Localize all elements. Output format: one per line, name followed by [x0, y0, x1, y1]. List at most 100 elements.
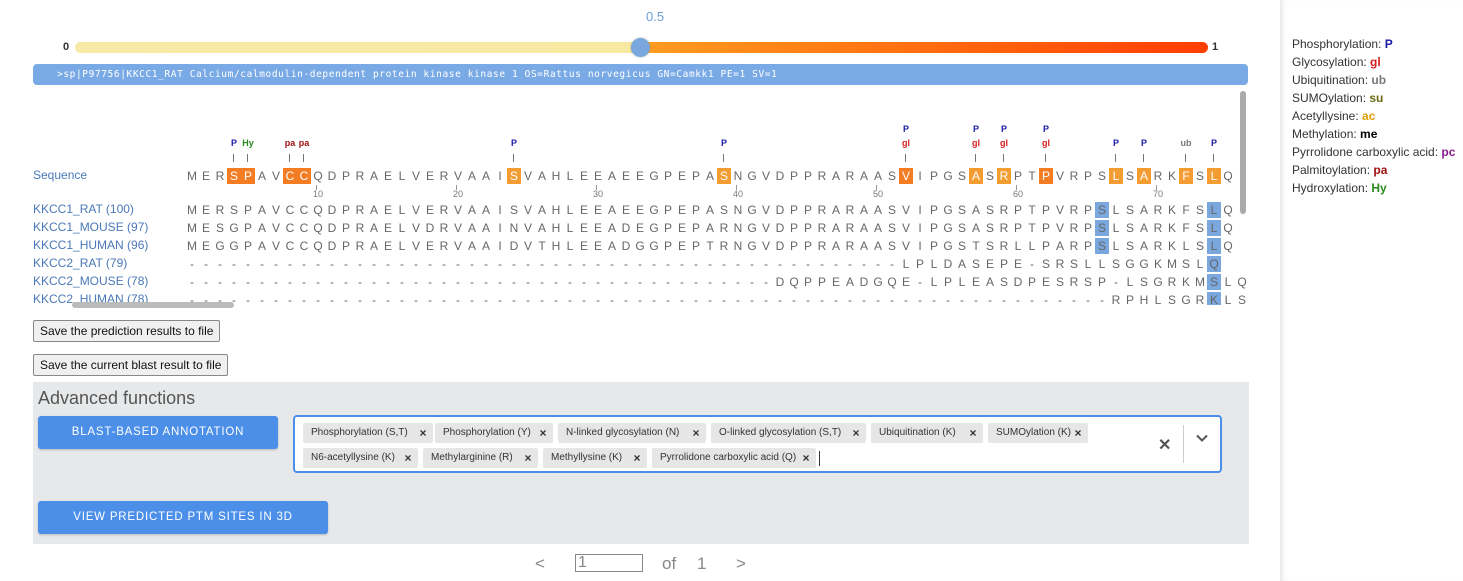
residue: D — [1013, 275, 1023, 289]
residue: - — [400, 293, 404, 305]
ptm-label: P — [720, 138, 727, 148]
page-number-input[interactable]: 1 — [575, 554, 643, 572]
residue: G — [649, 169, 659, 183]
residue: - — [946, 293, 950, 305]
residue: R — [215, 203, 225, 217]
ptm-legend: Phosphorylation: P Glycosylation: gl Ubiqu… — [1292, 35, 1455, 197]
threshold-slider-handle[interactable] — [631, 38, 650, 57]
residue: P — [1083, 221, 1092, 235]
legend-label: Palmitoylation: — [1292, 163, 1374, 177]
remove-chip-icon[interactable]: × — [518, 448, 538, 468]
residue: - — [400, 257, 404, 271]
ptm-label: P — [1112, 138, 1119, 148]
residue: A — [607, 169, 616, 183]
remove-chip-icon[interactable]: × — [627, 448, 647, 468]
ptm-label: P — [230, 138, 237, 148]
residue: S — [1095, 220, 1109, 236]
horizontal-scrollbar[interactable] — [72, 302, 234, 308]
residue: - — [358, 257, 362, 271]
residue: - — [778, 257, 782, 271]
residue: G — [747, 203, 757, 217]
homolog-row-label[interactable]: KKCC1_RAT (100) — [33, 202, 134, 216]
residue: S — [719, 203, 728, 217]
slider-value: 0.5 — [646, 9, 665, 24]
residue: - — [218, 275, 222, 289]
residue: P — [1083, 169, 1092, 183]
residue: R — [845, 203, 855, 217]
residue: - — [288, 275, 292, 289]
residue: P — [691, 221, 700, 235]
ptm-type-multiselect[interactable]: ✕ Phosphorylation (S,T) × Phosphorylation … — [293, 415, 1222, 473]
sequence-row-label[interactable]: Sequence — [33, 168, 87, 182]
residue: V — [761, 221, 770, 235]
chip-label: Phosphorylation (Y) — [443, 427, 531, 438]
residue: - — [330, 257, 334, 271]
save-prediction-button[interactable]: Save the prediction results to file — [33, 320, 221, 342]
residue: - — [568, 293, 572, 305]
remove-chip-icon[interactable]: × — [846, 423, 866, 443]
residue: V — [523, 169, 532, 183]
residue: M — [187, 169, 197, 183]
residue: Q — [1207, 256, 1221, 272]
remove-chip-icon[interactable]: × — [963, 423, 983, 443]
residue: L — [1112, 239, 1120, 253]
residue: P — [789, 221, 798, 235]
chip-label: N6-acetyllysine (K) — [311, 452, 395, 463]
alignment-viewer[interactable]: Sequence M E R S P A V C C Q D P R A E L V E R V A A I S V A H L E E A E… — [33, 90, 1248, 305]
residue: - — [386, 275, 390, 289]
remove-chip-icon[interactable]: × — [413, 423, 433, 443]
residue: - — [246, 293, 250, 305]
view-3d-button[interactable]: VIEW PREDICTED PTM SITES IN 3D STRUCTURE — [38, 501, 328, 556]
residue: - — [288, 257, 292, 271]
residue: L — [1014, 239, 1022, 253]
residue: - — [932, 293, 936, 305]
remove-chip-icon[interactable]: × — [686, 423, 706, 443]
chip-label: Methylarginine (R) — [431, 452, 513, 463]
residue: L — [398, 203, 406, 217]
residue: A — [537, 169, 546, 183]
homolog-row-label[interactable]: KKCC2_RAT (79) — [33, 256, 127, 270]
save-blast-button[interactable]: Save the current blast result to file — [33, 354, 229, 376]
residue: P — [1027, 275, 1036, 289]
residue: - — [302, 275, 306, 289]
residue: - — [960, 293, 964, 305]
residue: R — [355, 203, 365, 217]
residue: - — [498, 257, 502, 271]
homolog-row-label[interactable]: KKCC1_HUMAN (96) — [33, 238, 148, 252]
next-page-button[interactable]: > — [736, 554, 746, 574]
clear-all-icon[interactable]: ✕ — [1158, 435, 1171, 455]
chevron-down-icon[interactable] — [1195, 431, 1209, 448]
residue: R — [719, 221, 729, 235]
residue: E — [201, 203, 210, 217]
residue: - — [974, 293, 978, 305]
residue: A — [873, 203, 882, 217]
residue: E — [635, 221, 644, 235]
residue: D — [775, 275, 785, 289]
residue: D — [327, 203, 337, 217]
residue: E — [425, 169, 434, 183]
residue: I — [498, 169, 502, 183]
homolog-row-label[interactable]: KKCC1_MOUSE (97) — [33, 220, 148, 234]
residue: P — [1041, 203, 1050, 217]
residue: - — [512, 275, 516, 289]
remove-chip-icon[interactable]: × — [398, 448, 418, 468]
remove-chip-icon[interactable]: × — [796, 448, 816, 468]
remove-chip-icon[interactable]: × — [533, 423, 553, 443]
residue: A — [985, 275, 994, 289]
prev-page-button[interactable]: < — [535, 554, 545, 574]
blast-annotation-button[interactable]: BLAST-BASED ANNOTATION — [38, 416, 278, 449]
residue: T — [706, 239, 714, 253]
residue: - — [288, 293, 292, 305]
residue: - — [778, 293, 782, 305]
residue: E — [593, 169, 602, 183]
residue: - — [456, 275, 460, 289]
residue: - — [470, 275, 474, 289]
residue: - — [442, 257, 446, 271]
residue: - — [386, 293, 390, 305]
homolog-row-label[interactable]: KKCC2_MOUSE (78) — [33, 274, 148, 288]
remove-chip-icon[interactable]: × — [1068, 423, 1088, 443]
residue: P — [1013, 221, 1022, 235]
vertical-scrollbar[interactable] — [1240, 91, 1246, 214]
legend-code: pc — [1441, 145, 1456, 159]
slider-max-label: 1 — [1212, 41, 1219, 53]
